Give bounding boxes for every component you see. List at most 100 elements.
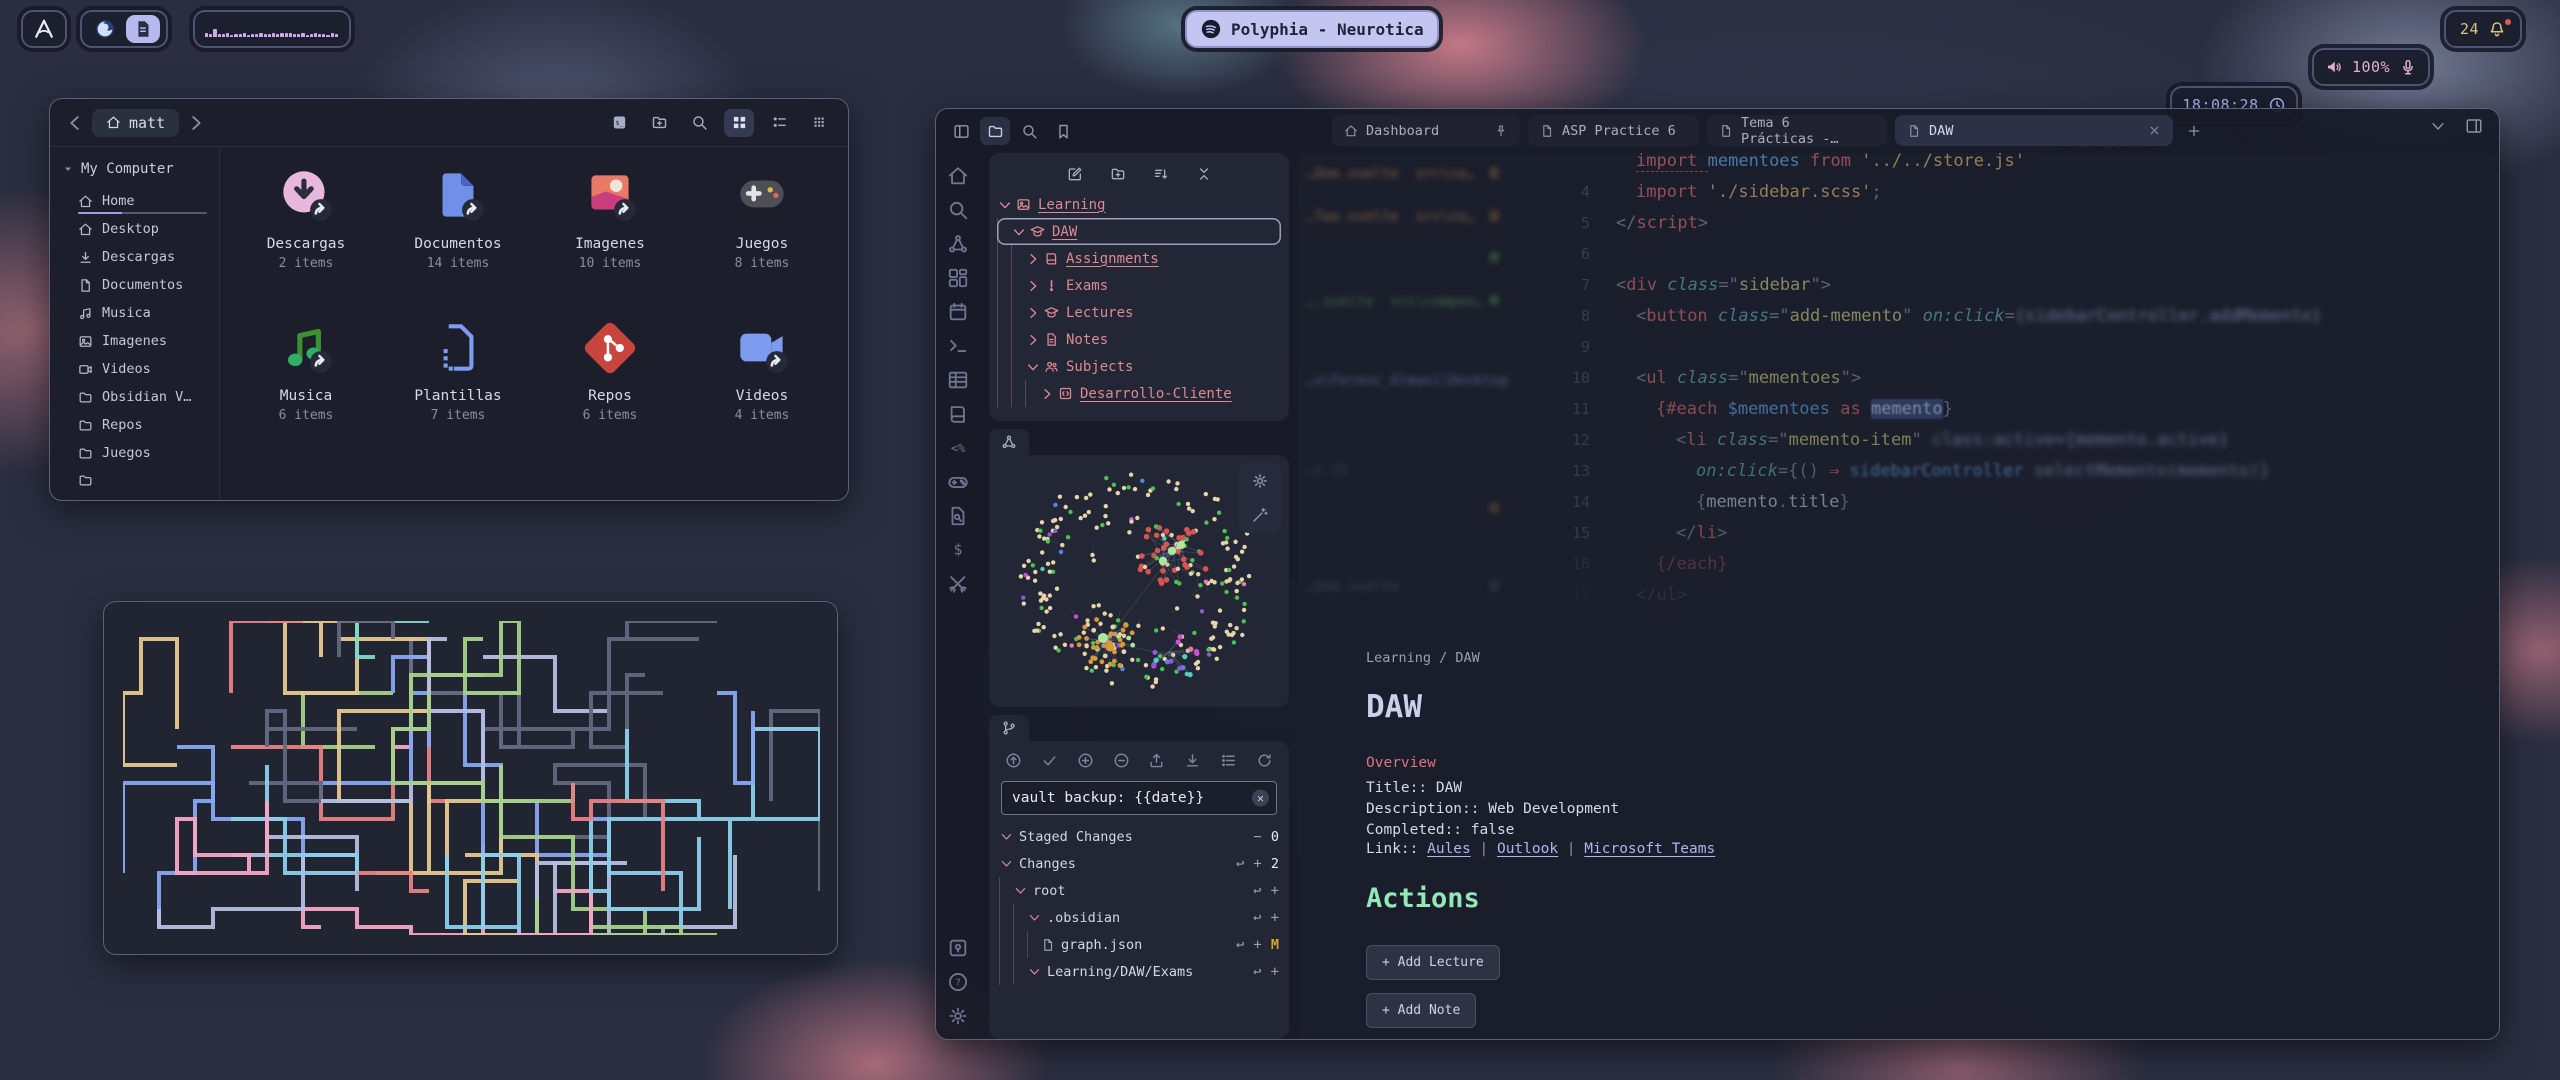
tab-asp-practice-6[interactable]: ASP Practice 6 [1528,115,1699,146]
sidebar-item-desktop[interactable]: Desktop [62,215,209,243]
caret-icon[interactable] [1025,332,1041,348]
git-plus-action[interactable]: + [1271,910,1279,926]
git-refresh-button[interactable] [1256,752,1273,769]
module-volume[interactable]: 100% [2312,48,2430,86]
forward-button[interactable] [185,112,207,134]
ribbon-dashboard-button[interactable] [947,267,969,289]
action-button--add-lecture[interactable]: + Add Lecture [1366,945,1500,980]
clear-message-button[interactable]: × [1252,790,1269,807]
tree-item-subjects[interactable]: Subjects [997,353,1281,380]
caret-icon[interactable] [1025,305,1041,321]
tree-item-notes[interactable]: Notes [997,326,1281,353]
new-folder-button[interactable] [644,109,674,137]
git-plus-circle-button[interactable] [1077,752,1094,769]
tree-item-desarrollo-cliente[interactable]: Desarrollo-Cliente [997,380,1281,407]
git-row-root[interactable]: root↩+ [999,877,1279,904]
close-icon[interactable] [2148,124,2161,137]
ribbon-search-button[interactable] [947,199,969,221]
commit-message-input[interactable] [1001,781,1277,815]
graph-filter-button[interactable] [1251,506,1269,524]
caret-icon[interactable] [1039,386,1055,402]
git-plus-action[interactable]: + [1253,937,1261,953]
taskbar-app-notes[interactable] [126,15,160,43]
git-commit-push-button[interactable] [1005,752,1022,769]
git-undo-action[interactable]: ↩ [1253,910,1261,926]
ribbon-help-button[interactable]: ? [947,971,969,993]
taskbar-app-firefox[interactable] [88,15,122,43]
caret-icon[interactable] [1011,224,1027,240]
graph-settings-button[interactable] [1251,472,1269,490]
folder-tile-videos[interactable]: Videos4 items [686,315,838,467]
sidebar-item-musica[interactable]: Musica [62,299,209,327]
tree-sort-button[interactable] [1153,166,1169,182]
tree-item-learning[interactable]: Learning [997,191,1281,218]
git-row-learning-daw-exams[interactable]: Learning/DAW/Exams↩+ [999,958,1279,985]
tree-item-lectures[interactable]: Lectures [997,299,1281,326]
ribbon-file-search-button[interactable] [947,505,969,527]
caret-icon[interactable] [1027,964,1042,979]
git-row--obsidian[interactable]: .obsidian↩+ [999,904,1279,931]
git-row-staged-changes[interactable]: Staged Changes−0 [999,823,1279,850]
module-notifications[interactable]: 24 [2444,10,2522,48]
git-row-changes[interactable]: Changes↩+2 [999,850,1279,877]
tab-daw[interactable]: DAW [1895,115,2173,146]
caret-icon[interactable] [1027,910,1042,925]
tab-dashboard[interactable]: Dashboard [1332,115,1520,146]
sidebar-item-documentos[interactable]: Documentos [62,271,209,299]
back-button[interactable] [64,112,86,134]
note-breadcrumb[interactable]: Learning / DAW [1366,650,1480,666]
sidebar-item-videos[interactable]: Videos [62,355,209,383]
grid-view-button[interactable] [724,109,754,137]
note-link-outlook[interactable]: Outlook [1497,841,1558,857]
tab-tema-6-pr-cticas-[interactable]: Tema 6 Prácticas -… [1707,115,1887,146]
caret-icon[interactable] [997,197,1013,213]
folder-tile-juegos[interactable]: Juegos8 items [686,163,838,315]
action-button--add-note[interactable]: + Add Note [1366,993,1476,1028]
sidebar-item-obsidian-v-[interactable]: Obsidian V… [62,383,209,411]
caret-icon[interactable] [1013,883,1028,898]
workspace-layout-left-button[interactable] [946,117,976,145]
sidebar-item-home[interactable]: Home [62,187,209,215]
ribbon-gear-button[interactable] [947,1005,969,1027]
list-view-button[interactable] [764,109,794,137]
ribbon-book-button[interactable] [947,403,969,425]
git-list-button[interactable] [1220,752,1237,769]
ribbon-dollar-button[interactable]: $ [947,539,969,561]
ribbon-vault-button[interactable] [947,937,969,959]
tree-new-folder-button[interactable] [1110,166,1126,182]
folder-tile-musica[interactable]: Musica6 items [230,315,382,467]
git-undo-action[interactable]: ↩ [1253,964,1261,980]
sidebar-item-cut[interactable] [62,467,209,494]
ribbon-calendar-button[interactable] [947,301,969,323]
now-playing-widget[interactable]: Polyphia - Neurotica [1185,10,1439,48]
tab-list-button[interactable] [2429,117,2447,135]
workspace-folder-button[interactable] [980,117,1010,145]
right-sidebar-toggle[interactable] [2465,117,2483,135]
sidebar-item-descargas[interactable]: Descargas [62,243,209,271]
folder-tile-descargas[interactable]: Descargas2 items [230,163,382,315]
sidebar-section[interactable]: My Computer [62,161,209,177]
caret-icon[interactable] [1025,251,1041,267]
tree-collapse-button[interactable] [1196,166,1212,182]
git-minus-circle-button[interactable] [1113,752,1130,769]
folder-tile-repos[interactable]: Repos6 items [534,315,686,467]
launcher-button[interactable] [21,10,67,48]
caret-icon[interactable] [1025,359,1041,375]
git-upload-button[interactable] [1148,752,1165,769]
compact-view-button[interactable] [804,109,834,137]
sidebar-item-repos[interactable]: Repos [62,411,209,439]
terminal-badge-button[interactable]: $_ [604,109,634,137]
folder-tile-plantillas[interactable]: Plantillas7 items [382,315,534,467]
tree-item-daw[interactable]: DAW [997,218,1281,245]
breadcrumb[interactable]: matt [92,109,179,137]
tree-edit-button[interactable] [1067,166,1083,182]
folder-tile-imagenes[interactable]: Imagenes10 items [534,163,686,315]
ribbon-code-template-button[interactable]: <% [947,437,969,459]
caret-icon[interactable] [1025,278,1041,294]
ribbon-gamepad-button[interactable] [947,471,969,493]
caret-icon[interactable] [999,829,1014,844]
git-undo-action[interactable]: ↩ [1236,856,1244,872]
git-tab[interactable] [989,715,1029,741]
git-plus-action[interactable]: + [1271,964,1279,980]
git-undo-action[interactable]: ↩ [1253,883,1261,899]
